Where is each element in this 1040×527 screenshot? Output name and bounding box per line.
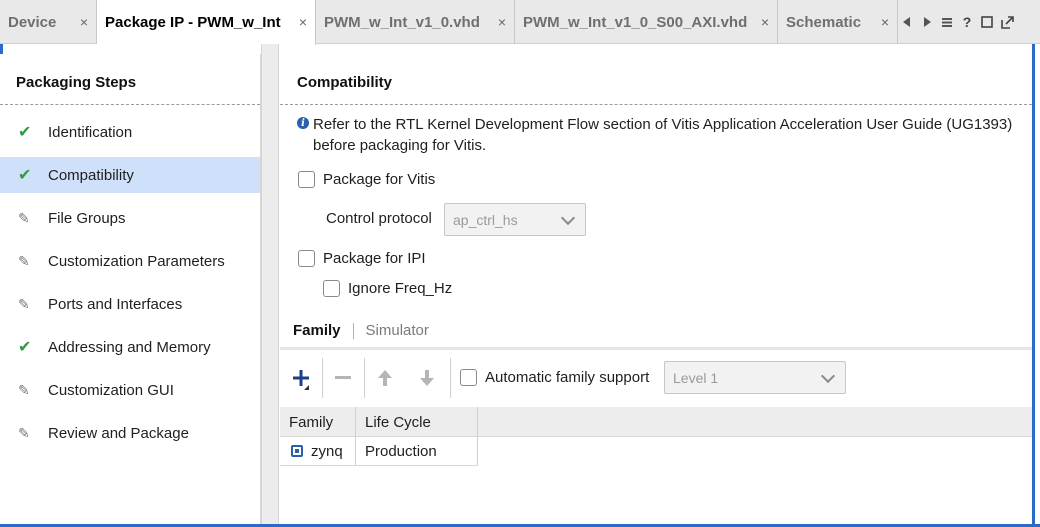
step-label: File Groups — [48, 209, 126, 227]
edit-icon: ✎ — [18, 295, 30, 312]
add-family-button[interactable] — [283, 360, 319, 396]
family-table-header: Family Life Cycle — [280, 407, 1032, 437]
step-label: Identification — [48, 123, 133, 141]
step-compatibility[interactable]: ✔ Compatibility — [0, 157, 260, 193]
tab-schematic[interactable]: Schematic × — [778, 0, 898, 44]
tab-pwm-axi-vhd[interactable]: PWM_w_Int_v1_0_S00_AXI.vhd × — [515, 0, 778, 44]
family-value: zynq — [311, 442, 343, 460]
divider — [280, 347, 1032, 350]
edit-icon: ✎ — [18, 381, 30, 398]
close-icon[interactable]: × — [80, 14, 88, 30]
package-for-ipi-option[interactable]: Package for IPI — [298, 250, 426, 267]
tab-label: Package IP - PWM_w_Int — [105, 14, 281, 31]
step-label: Review and Package — [48, 424, 189, 442]
move-down-button[interactable] — [409, 360, 445, 396]
scroll-right-icon[interactable] — [918, 13, 936, 31]
edit-icon: ✎ — [18, 252, 30, 269]
vitis-info-message: i Refer to the RTL Kernel Development Fl… — [297, 114, 1027, 156]
chevron-down-icon — [820, 368, 836, 384]
tab-package-ip[interactable]: Package IP - PWM_w_Int × — [97, 0, 316, 45]
divider — [280, 104, 1032, 105]
tab-family[interactable]: Family — [293, 322, 341, 339]
automatic-family-support-option[interactable]: Automatic family support — [460, 369, 649, 386]
toolbar-separator — [364, 358, 365, 398]
chip-icon — [291, 445, 303, 457]
toolbar-separator — [322, 358, 323, 398]
step-addressing-and-memory[interactable]: ✔ Addressing and Memory — [0, 329, 260, 365]
info-text: Refer to the RTL Kernel Development Flow… — [313, 116, 1013, 154]
checkbox-label: Ignore Freq_Hz — [348, 280, 453, 297]
step-ports-and-interfaces[interactable]: ✎ Ports and Interfaces — [0, 286, 260, 322]
level-select[interactable]: Level 1 — [664, 361, 846, 394]
family-toolbar: Automatic family support Level 1 — [280, 352, 1032, 404]
tab-simulator[interactable]: Simulator — [366, 322, 429, 339]
life-cycle-cell: Production — [356, 437, 478, 466]
family-cell: zynq — [280, 437, 356, 466]
package-for-vitis-option[interactable]: Package for Vitis — [298, 171, 435, 188]
edit-icon: ✎ — [18, 424, 30, 441]
step-identification[interactable]: ✔ Identification — [0, 114, 260, 150]
tab-separator — [352, 322, 354, 339]
ignore-freq-hz-option[interactable]: Ignore Freq_Hz — [323, 280, 452, 297]
control-protocol-label: Control protocol — [326, 210, 432, 227]
tab-device[interactable]: Device × — [0, 0, 97, 44]
checkmark-icon: ✔ — [18, 167, 32, 184]
restore-icon[interactable] — [978, 13, 996, 31]
step-label: Addressing and Memory — [48, 338, 211, 356]
remove-family-button[interactable] — [325, 360, 361, 396]
control-protocol-value: ap_ctrl_hs — [453, 211, 518, 228]
chevron-down-icon — [560, 210, 576, 226]
tab-label: Schematic — [786, 13, 862, 31]
step-customization-gui[interactable]: ✎ Customization GUI — [0, 372, 260, 408]
edit-icon: ✎ — [18, 209, 30, 226]
tab-label: Device — [8, 13, 57, 31]
close-icon[interactable]: × — [299, 14, 307, 30]
divider — [0, 104, 260, 105]
info-icon: i — [297, 117, 309, 129]
compatibility-title: Compatibility — [297, 74, 393, 91]
ignore-freq-hz-checkbox[interactable] — [323, 280, 340, 297]
control-protocol-select[interactable]: ap_ctrl_hs — [444, 203, 586, 236]
close-icon[interactable]: × — [498, 14, 506, 30]
package-for-vitis-checkbox[interactable] — [298, 171, 315, 188]
checkbox-label: Package for IPI — [323, 250, 426, 267]
step-customization-parameters[interactable]: ✎ Customization Parameters — [0, 243, 260, 279]
step-review-and-package[interactable]: ✎ Review and Package — [0, 415, 260, 451]
frame-right-edge — [1032, 44, 1035, 527]
toolbar-separator — [450, 358, 451, 398]
tab-pwm-vhd[interactable]: PWM_w_Int_v1_0.vhd × — [316, 0, 515, 44]
close-icon[interactable]: × — [881, 14, 889, 30]
tab-list-icon[interactable] — [938, 13, 956, 31]
step-label: Ports and Interfaces — [48, 295, 183, 313]
checkmark-icon: ✔ — [18, 124, 32, 141]
checkbox-label: Automatic family support — [485, 369, 650, 386]
close-icon[interactable]: × — [761, 14, 769, 30]
level-value: Level 1 — [673, 369, 719, 386]
step-label: Customization GUI — [48, 381, 174, 399]
tab-label: PWM_w_Int_v1_0.vhd — [324, 13, 480, 31]
family-simulator-tabs: Family Simulator — [293, 322, 429, 339]
editor-tab-bar: Device × Package IP - PWM_w_Int × PWM_w_… — [0, 0, 1040, 45]
float-icon[interactable] — [998, 13, 1016, 31]
scroll-left-icon[interactable] — [898, 13, 916, 31]
tab-tools: ? — [898, 0, 1016, 44]
step-label: Customization Parameters — [48, 252, 225, 270]
panel-splitter[interactable] — [261, 44, 279, 524]
step-file-groups[interactable]: ✎ File Groups — [0, 200, 260, 236]
help-icon[interactable]: ? — [958, 13, 976, 31]
automatic-family-support-checkbox[interactable] — [460, 369, 477, 386]
checkbox-label: Package for Vitis — [323, 171, 436, 188]
package-for-ipi-checkbox[interactable] — [298, 250, 315, 267]
column-header-life-cycle[interactable]: Life Cycle — [356, 407, 478, 437]
step-label: Compatibility — [48, 166, 134, 184]
packaging-steps-title: Packaging Steps — [16, 74, 137, 91]
checkmark-icon: ✔ — [18, 339, 32, 356]
tab-label: PWM_w_Int_v1_0_S00_AXI.vhd — [523, 13, 748, 31]
move-up-button[interactable] — [367, 360, 403, 396]
column-header-family[interactable]: Family — [280, 407, 356, 437]
